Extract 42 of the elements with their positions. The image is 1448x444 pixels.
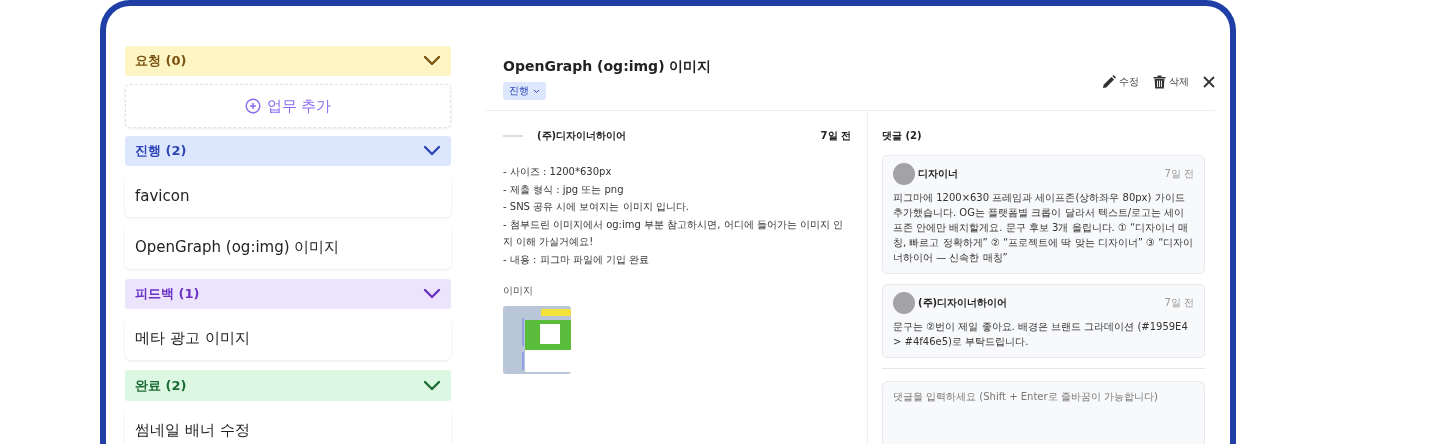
image-thumbnail[interactable] bbox=[503, 306, 571, 374]
comment-time: 7일 전 bbox=[1164, 167, 1194, 181]
comment-author: (주)디자이너하이어 bbox=[918, 296, 1008, 310]
task-title: OpenGraph (og:img) 이미지 bbox=[503, 58, 712, 76]
description-line: - 첨부드린 이미지에서 og:img 부분 참고하시면, 어디에 들어가는 이미지 인지 이해 가실거예요! bbox=[503, 217, 845, 249]
description-line: - 내용 : 피그마 파일에 기입 완료 bbox=[503, 252, 651, 267]
delete-button[interactable]: 삭제 bbox=[1153, 75, 1189, 89]
chevron-icon bbox=[423, 144, 441, 157]
avatar-icon bbox=[893, 292, 915, 314]
pencil-icon bbox=[1102, 75, 1116, 89]
post-time: 7일 전 bbox=[820, 129, 851, 143]
comment-text: 문구는 ②번이 제일 좋아요. 배경은 브랜드 그라데이션 (#1959E4 > #4f46e5)로 부탁드립니다. bbox=[893, 320, 1189, 349]
task-card[interactable]: favicon bbox=[125, 174, 451, 218]
comment-text: 피그마에 1200×630 프레임과 세이프존(상하좌우 80px) 가이드 추가했습니다. OG는 플랫폼별 크롭이 달라서 텍스트/로고는 세이프존 안에만 배치할게요. 문구 후보 3개 올립니다. ① “디자이너 매칭, 빠르고 정확하게” ② “프로젝트에 딱 맞는 디자이너” ③ “디자이너하이어 — 신속한 매칭” bbox=[893, 191, 1194, 265]
close-icon bbox=[1203, 76, 1215, 88]
group-header[interactable]: 진행 (2) bbox=[125, 135, 451, 166]
chevron-icon bbox=[423, 55, 441, 68]
description-line: - 사이즈 : 1200*630px bbox=[503, 165, 613, 179]
group-header[interactable]: 요청 (0) bbox=[125, 46, 451, 77]
add-task-button[interactable]: 업무 추가 bbox=[125, 84, 451, 128]
status-dropdown[interactable]: 진행 bbox=[503, 82, 546, 100]
task-card[interactable]: 메타 광고 이미지 bbox=[125, 317, 451, 361]
plus-circle-icon bbox=[244, 98, 261, 114]
description-line: - 제출 형식 : jpg 또는 png bbox=[503, 182, 625, 197]
task-card[interactable]: OpenGraph (og:img) 이미지 bbox=[125, 225, 451, 269]
edit-button[interactable]: 수정 bbox=[1102, 75, 1139, 89]
comment-time: 7일 전 bbox=[1164, 296, 1194, 310]
comments-heading: 댓글 (2) bbox=[882, 129, 923, 143]
avatar-icon bbox=[893, 163, 915, 185]
close-button[interactable] bbox=[1203, 76, 1215, 88]
chevron-icon bbox=[423, 287, 441, 300]
task-card[interactable]: 썸네일 배너 수정 bbox=[125, 408, 451, 444]
attachment-label: 이미지 bbox=[503, 284, 534, 298]
author-name: (주)디자이너하이어 bbox=[537, 129, 627, 143]
trash-icon bbox=[1153, 75, 1166, 89]
caret-icon bbox=[533, 88, 540, 94]
group-header[interactable]: 피드백 (1) bbox=[125, 278, 451, 309]
chevron-icon bbox=[423, 379, 441, 392]
comment-input[interactable]: 댓글을 입력하세요 (Shift + Enter로 줄바꿈이 가능합니다) bbox=[882, 381, 1205, 444]
comment-author: 디자이너 bbox=[918, 167, 958, 181]
group-header[interactable]: 완료 (2) bbox=[125, 370, 451, 401]
description-line: - SNS 공유 시에 보여지는 이미지 입니다. bbox=[503, 200, 691, 214]
